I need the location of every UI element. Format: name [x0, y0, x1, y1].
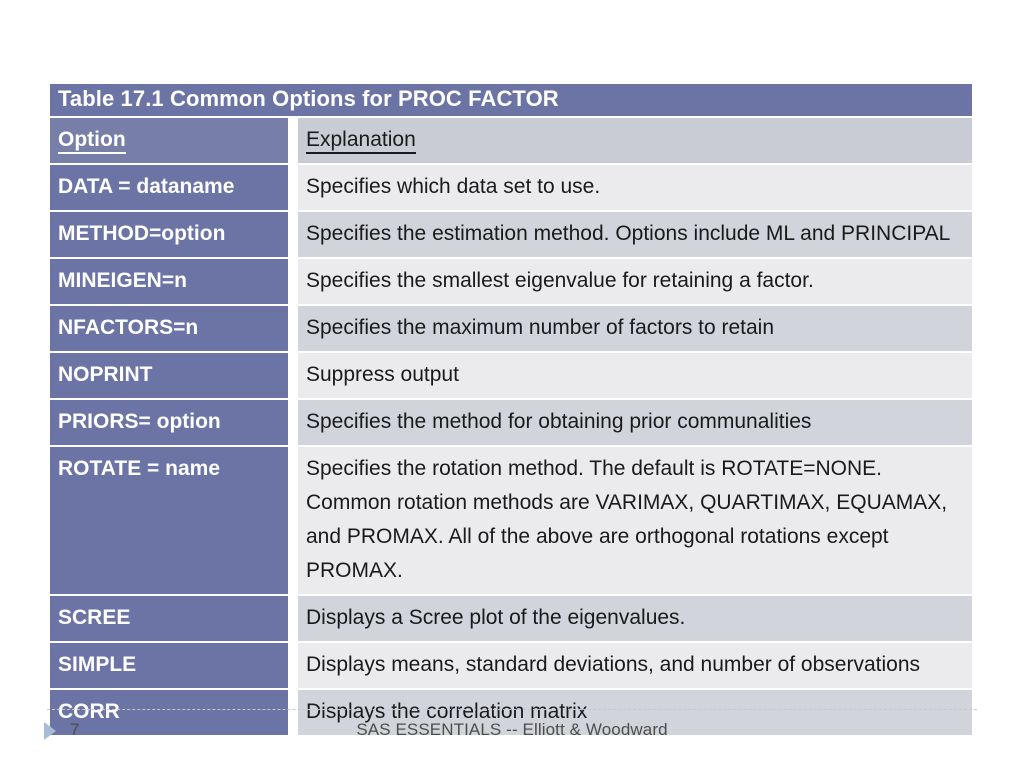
table-title: Table 17.1 Common Options for PROC FACTO…: [50, 84, 972, 116]
footer-text: SAS ESSENTIALS -- Elliott & Woodward: [356, 720, 668, 739]
table-row: NOPRINT Suppress output: [50, 353, 972, 398]
table-title-row: Table 17.1 Common Options for PROC FACTO…: [50, 84, 972, 116]
option-cell: DATA = dataname: [50, 165, 288, 210]
slide-footer: 7 SAS ESSENTIALS -- Elliott & Woodward: [0, 716, 1024, 750]
explanation-cell: Suppress output: [298, 353, 972, 398]
table-row: SCREE Displays a Scree plot of the eigenv…: [50, 596, 972, 641]
column-header-explanation: Explanation: [298, 118, 972, 163]
explanation-cell: Specifies the method for obtaining prior…: [298, 400, 972, 445]
option-cell: METHOD=option: [50, 212, 288, 257]
options-table-container: Table 17.1 Common Options for PROC FACTO…: [50, 82, 972, 737]
option-cell: NFACTORS=n: [50, 306, 288, 351]
column-gap: [288, 400, 298, 445]
explanation-cell: Specifies the rotation method. The defau…: [298, 447, 972, 594]
table-row: METHOD=option Specifies the estimation me…: [50, 212, 972, 257]
column-gap: [288, 165, 298, 210]
explanation-cell: Specifies the estimation method. Options…: [298, 212, 972, 257]
option-cell: NOPRINT: [50, 353, 288, 398]
column-gap: [288, 259, 298, 304]
option-cell: PRIORS= option: [50, 400, 288, 445]
column-gap: [288, 118, 298, 163]
option-cell: SIMPLE: [50, 643, 288, 688]
table-row: NFACTORS=n Specifies the maximum number o…: [50, 306, 972, 351]
column-header-explanation-label: Explanation: [306, 128, 416, 154]
table-row: ROTATE = name Specifies the rotation meth…: [50, 447, 972, 594]
explanation-cell: Specifies which data set to use.: [298, 165, 972, 210]
table-row: DATA = dataname Specifies which data set …: [50, 165, 972, 210]
explanation-cell: Specifies the maximum number of factors …: [298, 306, 972, 351]
footer-divider: [47, 709, 977, 710]
column-header-option: Option: [50, 118, 288, 163]
explanation-cell: Displays a Scree plot of the eigenvalues…: [298, 596, 972, 641]
table-row: PRIORS= option Specifies the method for o…: [50, 400, 972, 445]
options-table: Table 17.1 Common Options for PROC FACTO…: [50, 82, 972, 737]
option-cell: ROTATE = name: [50, 447, 288, 594]
table-header-row: Option Explanation: [50, 118, 972, 163]
column-gap: [288, 447, 298, 594]
slide-canvas: Table 17.1 Common Options for PROC FACTO…: [0, 0, 1024, 768]
option-cell: MINEIGEN=n: [50, 259, 288, 304]
option-cell: SCREE: [50, 596, 288, 641]
column-header-option-label: Option: [58, 128, 126, 154]
explanation-cell: Displays means, standard deviations, and…: [298, 643, 972, 688]
table-row: MINEIGEN=n Specifies the smallest eigenva…: [50, 259, 972, 304]
column-gap: [288, 643, 298, 688]
column-gap: [288, 306, 298, 351]
explanation-cell: Specifies the smallest eigenvalue for re…: [298, 259, 972, 304]
column-gap: [288, 353, 298, 398]
column-gap: [288, 212, 298, 257]
column-gap: [288, 596, 298, 641]
table-row: SIMPLE Displays means, standard deviation…: [50, 643, 972, 688]
